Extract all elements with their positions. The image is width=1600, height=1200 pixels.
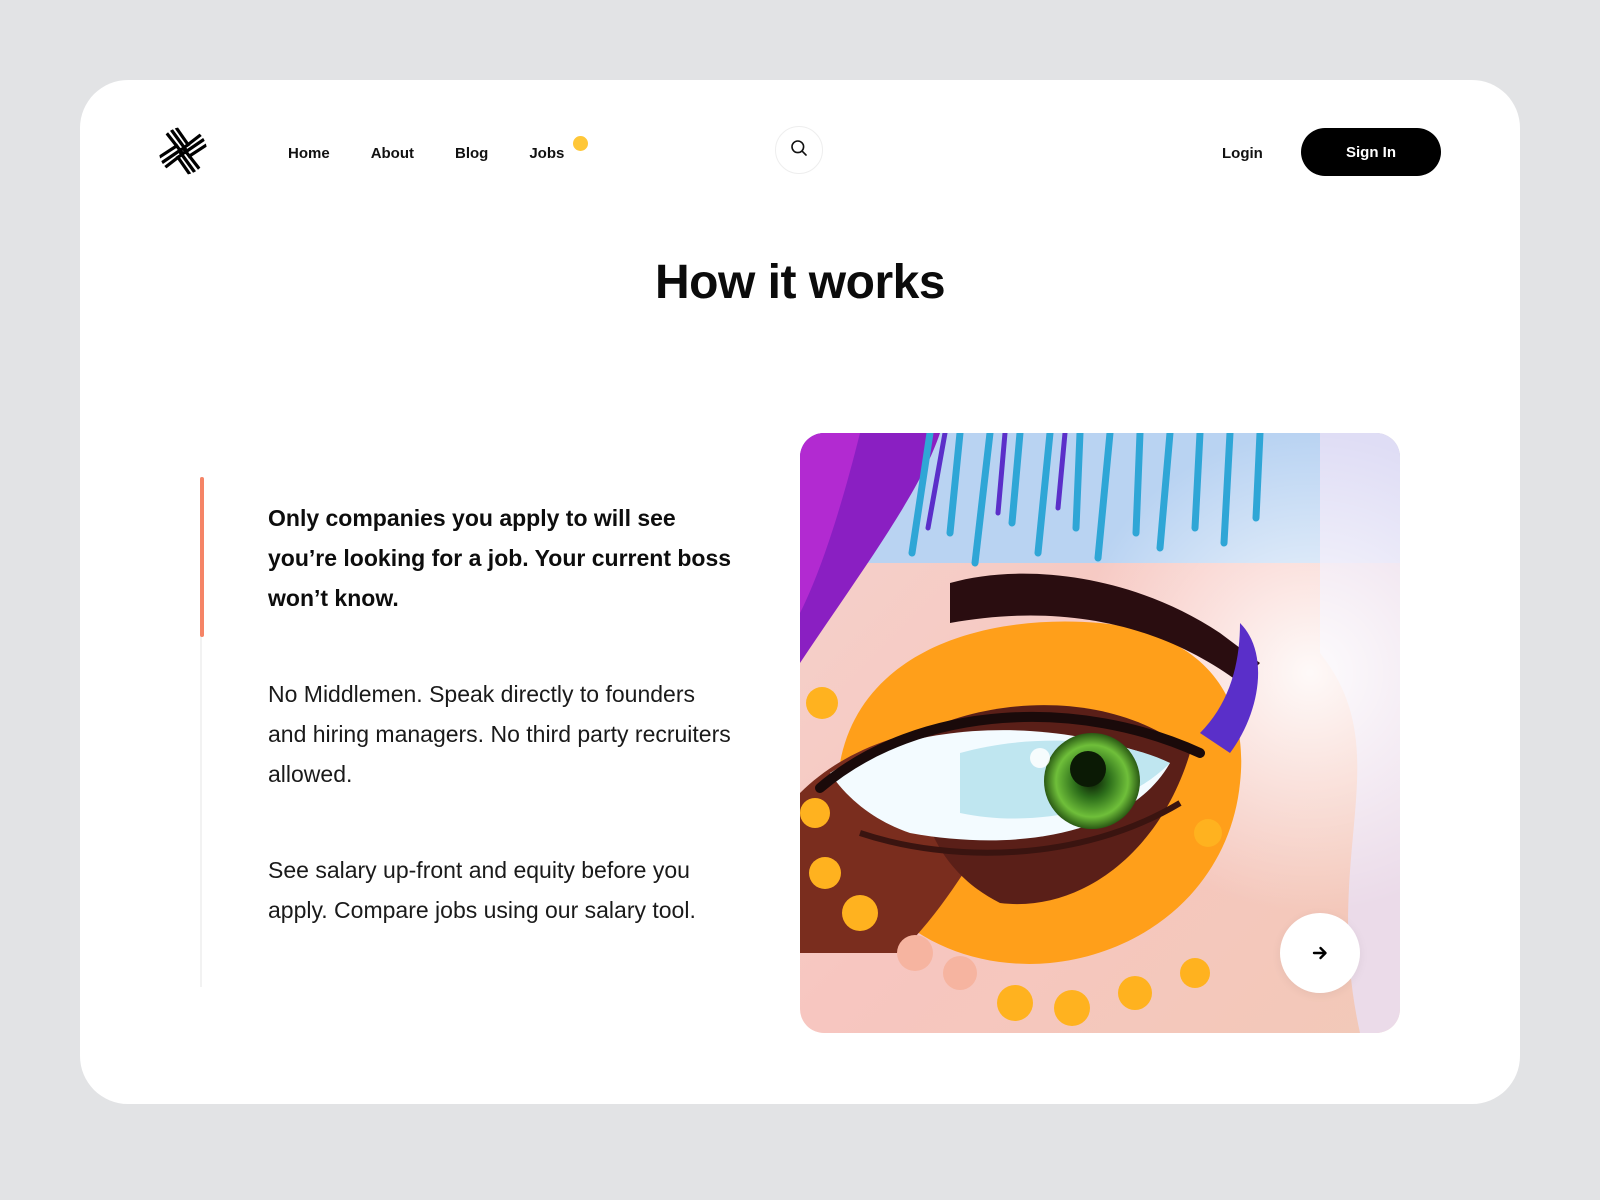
search-icon — [790, 139, 808, 162]
nav-item-blog[interactable]: Blog — [455, 144, 488, 164]
logo-icon[interactable] — [158, 126, 208, 176]
notification-dot — [573, 136, 589, 151]
main-nav: Home About Blog Jobs — [288, 136, 605, 164]
feature-item-salary[interactable]: See salary up-front and equity before yo… — [268, 850, 738, 930]
nav-item-jobs[interactable]: Jobs — [529, 136, 589, 164]
timeline-active-indicator — [200, 477, 204, 637]
next-button[interactable] — [1280, 913, 1360, 993]
nav-item-about[interactable]: About — [371, 144, 414, 164]
sign-in-button[interactable]: Sign In — [1301, 128, 1441, 176]
page-title: How it works — [654, 256, 946, 309]
login-link[interactable]: Login — [1222, 144, 1263, 164]
search-button[interactable] — [775, 126, 823, 174]
arrow-right-icon — [1312, 945, 1328, 961]
feature-image — [800, 433, 1400, 1033]
main-card: Home About Blog Jobs Login Sign In How i… — [80, 80, 1520, 1104]
nav-item-jobs-label: Jobs — [529, 145, 565, 162]
feature-item-no-middlemen[interactable]: No Middlemen. Speak directly to founders… — [268, 674, 738, 794]
nav-item-home[interactable]: Home — [288, 144, 330, 164]
feature-item-privacy[interactable]: Only companies you apply to will see you… — [268, 498, 738, 618]
